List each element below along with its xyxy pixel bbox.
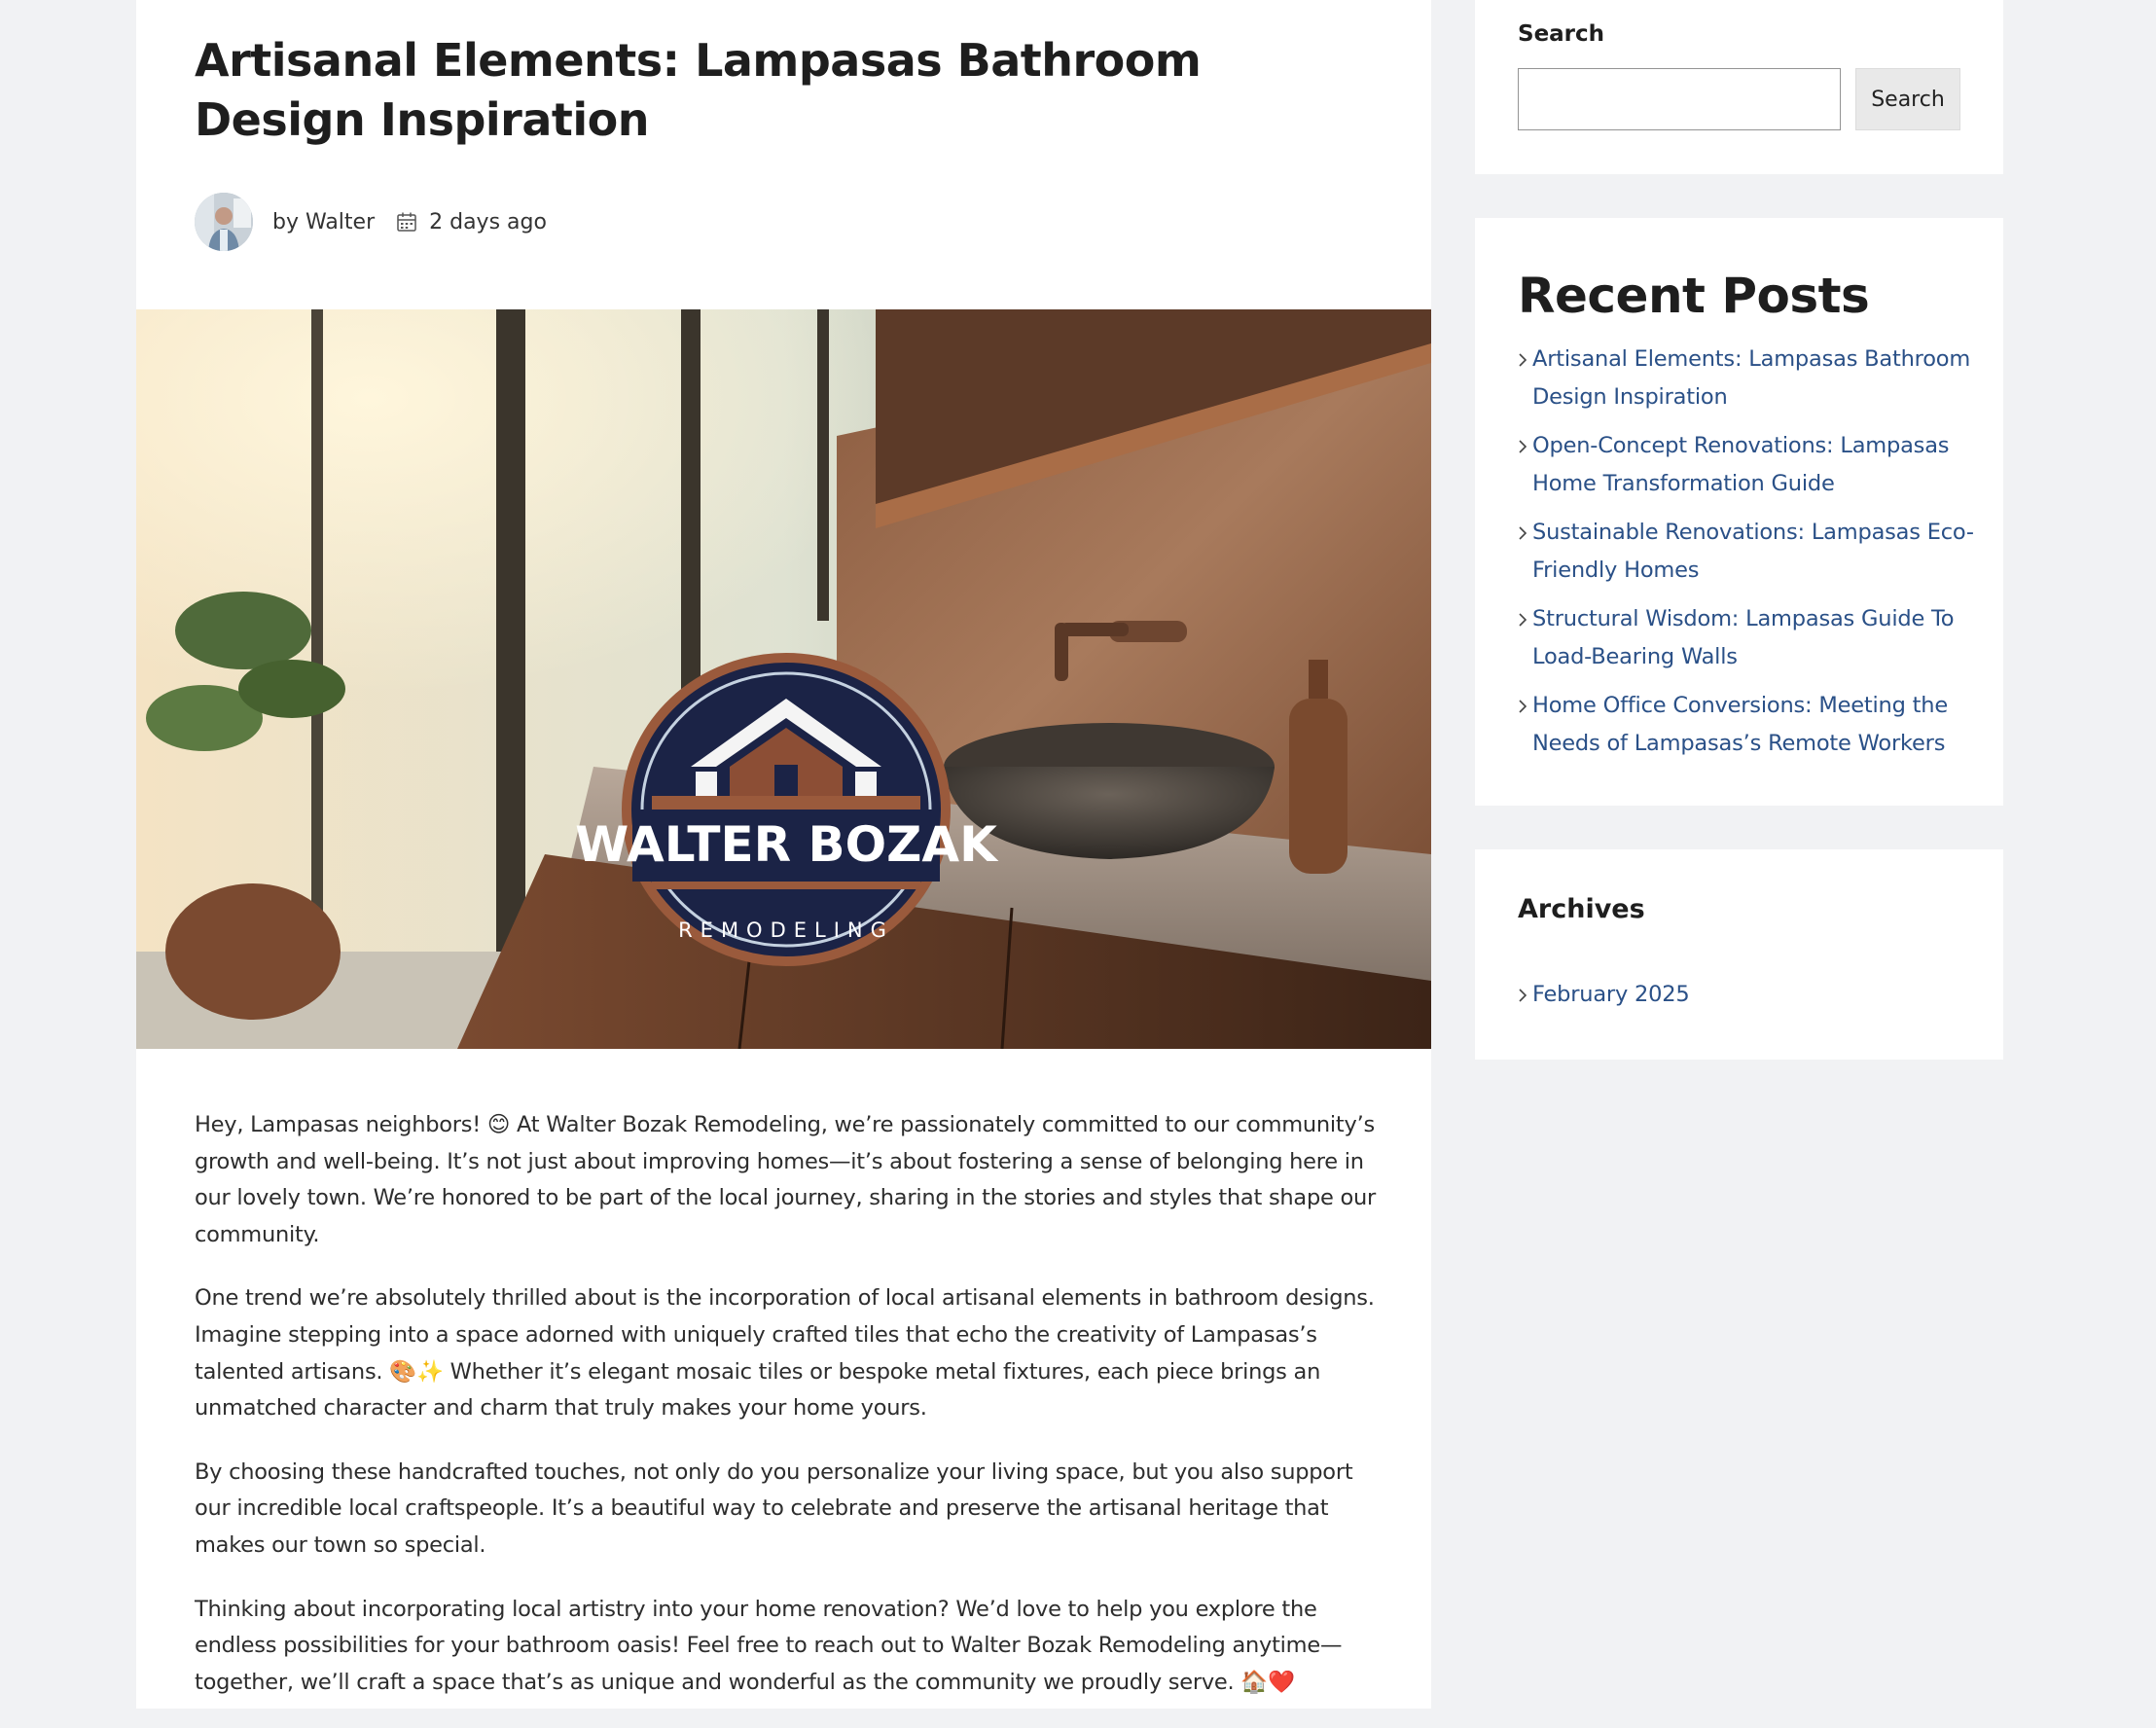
post-meta: by Walter 2 days ago — [195, 193, 547, 251]
list-item: Home Office Conversions: Meeting the Nee… — [1518, 687, 1975, 763]
post-date: 2 days ago — [429, 209, 547, 234]
search-label: Search — [1518, 21, 1605, 47]
chevron-right-icon — [1519, 526, 1527, 540]
calendar-icon — [397, 212, 416, 232]
page-title: Artisanal Elements: Lampasas Bathroom De… — [195, 34, 1202, 146]
list-item: February 2025 — [1518, 976, 1975, 1014]
chevron-right-icon — [1519, 700, 1527, 713]
recent-post-link[interactable]: Artisanal Elements: Lampasas Bathroom De… — [1532, 341, 1975, 416]
archives-title: Archives — [1518, 894, 1645, 924]
avatar-photo-icon — [195, 193, 253, 251]
avatar[interactable] — [195, 193, 253, 251]
paragraph: By choosing these handcrafted touches, n… — [195, 1458, 1353, 1558]
recent-post-link[interactable]: Structural Wisdom: Lampasas Guide To Loa… — [1532, 600, 1975, 676]
chevron-right-icon — [1519, 989, 1527, 1002]
article: Artisanal Elements: Lampasas Bathroom De… — [136, 0, 1431, 1709]
paragraph: Hey, Lampasas neighbors! 😊 At Walter Boz… — [195, 1112, 1377, 1247]
list-item: Sustainable Renovations: Lampasas Eco-Fr… — [1518, 514, 1975, 590]
search-widget: Search Search — [1475, 0, 2003, 174]
archives-widget: Archives February 2025 — [1475, 849, 2003, 1060]
post-content: Hey, Lampasas neighbors! 😊 At Walter Boz… — [195, 1107, 1382, 1728]
list-item: Open-Concept Renovations: Lampasas Home … — [1518, 427, 1975, 503]
chevron-right-icon — [1519, 440, 1527, 453]
list-item: Artisanal Elements: Lampasas Bathroom De… — [1518, 341, 1975, 416]
archive-link[interactable]: February 2025 — [1532, 982, 1690, 1007]
featured-image: WALTER BOZAK REMODELING — [136, 309, 1431, 1049]
recent-posts-title: Recent Posts — [1518, 268, 1870, 324]
paragraph: One trend we’re absolutely thrilled abou… — [195, 1285, 1375, 1422]
recent-post-link[interactable]: Open-Concept Renovations: Lampasas Home … — [1532, 427, 1975, 503]
logo-tagline: REMODELING — [678, 918, 894, 942]
list-item: Structural Wisdom: Lampasas Guide To Loa… — [1518, 600, 1975, 676]
search-input[interactable] — [1518, 68, 1841, 130]
chevron-right-icon — [1519, 613, 1527, 627]
author-name[interactable]: by Walter — [272, 210, 375, 234]
logo-name: WALTER BOZAK — [575, 816, 999, 873]
recent-posts-list: Artisanal Elements: Lampasas Bathroom De… — [1518, 341, 1975, 774]
recent-post-link[interactable]: Home Office Conversions: Meeting the Nee… — [1532, 687, 1975, 763]
chevron-right-icon — [1519, 353, 1527, 367]
recent-post-link[interactable]: Sustainable Renovations: Lampasas Eco-Fr… — [1532, 514, 1975, 590]
archives-list: February 2025 — [1518, 976, 1975, 1025]
search-button[interactable]: Search — [1855, 68, 1960, 130]
recent-posts-widget: Recent Posts Artisanal Elements: Lampasa… — [1475, 218, 2003, 806]
paragraph: Thinking about incorporating local artis… — [195, 1596, 1343, 1695]
